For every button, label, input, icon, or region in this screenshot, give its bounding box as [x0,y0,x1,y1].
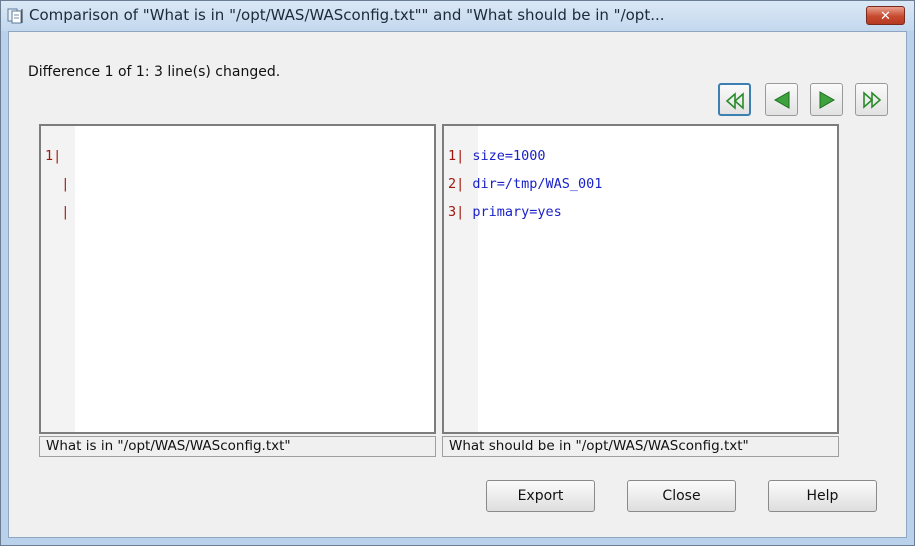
line-text: primary=yes [464,204,562,220]
right-line-list: 1| size=1000 2| dir=/tmp/WAS_001 3| prim… [448,142,602,226]
export-button[interactable]: Export [486,480,595,512]
list-item: 3| primary=yes [448,198,602,226]
left-pane-caption: What is in "/opt/WAS/WASconfig.txt" [39,436,436,457]
previous-difference-button[interactable] [765,83,798,116]
window-close-button[interactable]: ✕ [866,6,905,25]
last-difference-button[interactable] [855,83,888,116]
first-difference-button[interactable] [718,83,751,116]
left-text-pane[interactable]: 1| | | [39,124,436,434]
list-item: | [45,198,69,226]
line-number: | [45,204,70,220]
list-item: 2| dir=/tmp/WAS_001 [448,170,602,198]
list-item: 1| size=1000 [448,142,602,170]
list-item: 1| [45,142,69,170]
difference-status: Difference 1 of 1: 3 line(s) changed. [28,64,281,80]
line-number: | [45,176,70,192]
close-icon: ✕ [880,9,891,24]
close-button[interactable]: Close [627,480,736,512]
line-number: 1| [45,148,62,164]
title-bar[interactable]: Comparison of "What is in "/opt/WAS/WASc… [1,1,914,31]
line-number: 2| [448,176,465,192]
line-text: size=1000 [464,148,546,164]
window-title: Comparison of "What is in "/opt/WAS/WASc… [29,6,665,24]
last-difference-icon [863,91,882,109]
help-button[interactable]: Help [768,480,877,512]
right-pane-caption: What should be in "/opt/WAS/WASconfig.tx… [442,436,839,457]
first-difference-icon [725,92,744,110]
line-number: 3| [448,204,465,220]
list-item: | [45,170,69,198]
next-difference-button[interactable] [810,83,843,116]
left-line-list: 1| | | [45,142,69,226]
document-compare-icon [7,8,23,24]
right-text-pane[interactable]: 1| size=1000 2| dir=/tmp/WAS_001 3| prim… [442,124,839,434]
previous-difference-icon [773,91,790,109]
next-difference-icon [819,91,836,109]
line-number: 1| [448,148,465,164]
line-text: dir=/tmp/WAS_001 [464,176,603,192]
